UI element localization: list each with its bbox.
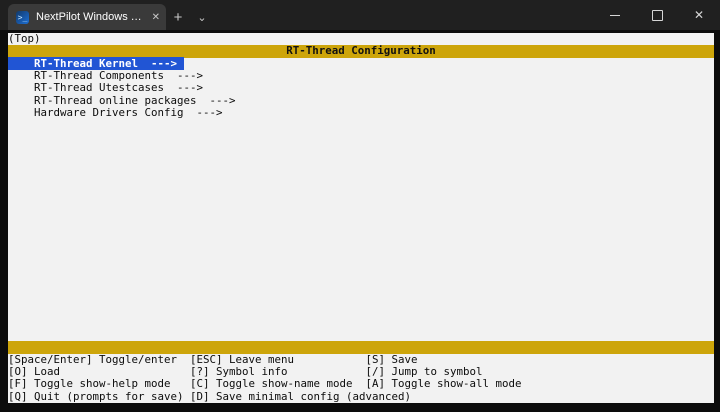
titlebar: >_ NextPilot Windows Toolchain ✕ + ⌄ ✕ [0,0,720,30]
new-tab-button[interactable]: + [166,4,190,30]
menuconfig-screen: (Top) RT-Thread Configuration RT-Thread … [8,33,714,403]
empty-screen-area [8,119,714,341]
maximize-icon [651,9,663,21]
tab-active[interactable]: >_ NextPilot Windows Toolchain ✕ [8,4,166,30]
menu-item-hardware-drivers-config[interactable]: Hardware Drivers Config ---> [8,106,714,119]
terminal-body[interactable]: (Top) RT-Thread Configuration RT-Thread … [0,30,720,412]
terminal-window: >_ NextPilot Windows Toolchain ✕ + ⌄ ✕ (… [0,0,720,412]
maximize-button[interactable] [636,0,678,30]
close-button[interactable]: ✕ [678,0,720,30]
help-line-4: [Q] Quit (prompts for save) [D] Save min… [8,389,412,403]
help-line-3: [F] Toggle show-help mode [C] Toggle sho… [8,377,522,391]
separator-bar [8,341,714,354]
menu-item-rt-thread-utestcases[interactable]: RT-Thread Utestcases ---> [8,81,714,94]
minimize-button[interactable] [594,0,636,30]
minimize-icon [610,14,620,16]
tab-close-icon[interactable]: ✕ [152,12,160,23]
app-icon: >_ [16,10,29,24]
tab-dropdown-icon[interactable]: ⌄ [190,4,214,30]
tab-title: NextPilot Windows Toolchain [36,11,146,23]
menu-title-bar: RT-Thread Configuration [8,44,714,58]
selected-item-highlight[interactable]: RT-Thread Kernel ---> [8,56,185,70]
